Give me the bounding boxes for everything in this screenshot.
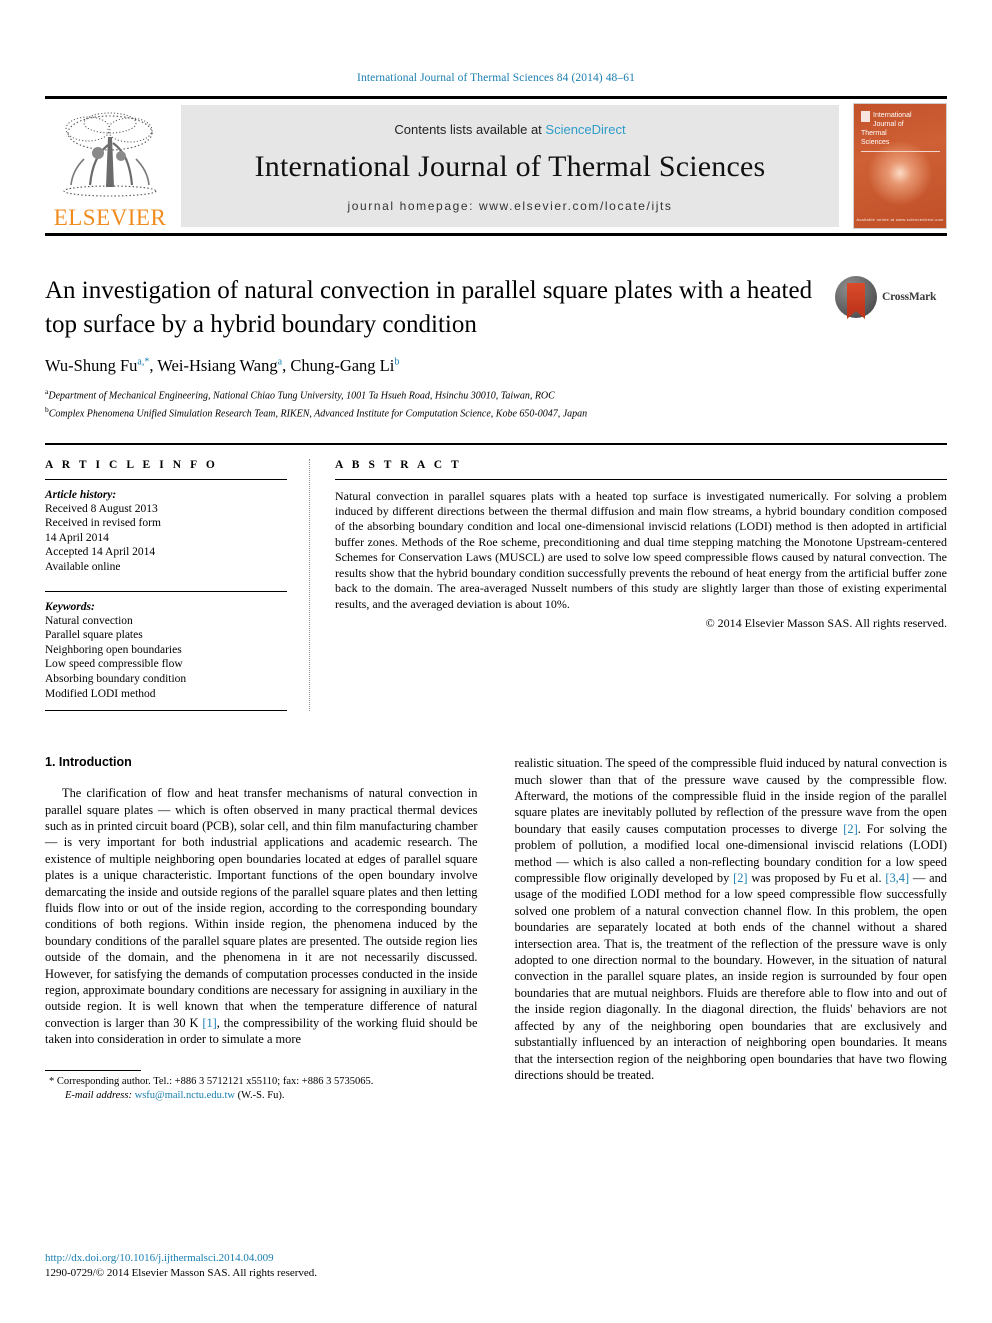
keywords-label: Keywords: <box>45 600 95 613</box>
journal-article-page: International Journal of Thermal Science… <box>0 0 992 1323</box>
cover-line-1: International <box>873 112 912 119</box>
section-heading-introduction: 1. Introduction <box>45 755 132 770</box>
history-line-0: Received 8 August 2013 <box>45 502 158 515</box>
cover-elsevier-mark-icon <box>861 111 870 122</box>
abstract-rule <box>335 478 947 480</box>
cover-line-2: Journal of <box>873 121 904 128</box>
page-title: An investigation of natural convection i… <box>45 277 813 338</box>
history-line-1: Received in revised form <box>45 517 161 530</box>
author-1-name: Wu-Shung Fu <box>45 356 138 375</box>
journal-cover: International Journal of Thermal Science… <box>847 99 947 233</box>
reference-3[interactable]: [2] <box>733 871 747 885</box>
author-1-marks[interactable]: a,* <box>137 357 149 368</box>
keyword-5: Modified LODI method <box>45 687 156 700</box>
author-3-name: Chung-Gang Li <box>290 356 395 375</box>
intro-paragraph-left: The clarification of flow and heat trans… <box>45 785 478 1048</box>
article-info-heading: A R T I C L E I N F O <box>45 458 218 471</box>
elsevier-wordmark: ELSEVIER <box>53 205 167 230</box>
author-3: Chung-Gang Lib <box>290 356 399 375</box>
intro-paragraph-right: realistic situation. The speed of the co… <box>515 755 948 1083</box>
history-line-3: Accepted 14 April 2014 <box>45 546 156 559</box>
affiliation-b: bComplex Phenomena Unified Simulation Re… <box>45 403 947 421</box>
email-link[interactable]: wsfu@mail.nctu.edu.tw <box>135 1090 235 1101</box>
issn-copyright-line: 1290-0729/© 2014 Elsevier Masson SAS. Al… <box>45 1266 318 1279</box>
history-line-4: Available online <box>45 561 121 574</box>
contents-prefix: Contents lists available at <box>394 121 546 137</box>
article-info-column: A R T I C L E I N F O Article history: R… <box>45 458 310 712</box>
author-2: Wei-Hsiang Wanga <box>157 356 282 375</box>
keywords-block: Keywords: Natural convection Parallel sq… <box>45 601 287 702</box>
crossmark-icon <box>835 276 877 319</box>
cover-footer-text: Available online at www.sciencedirect.co… <box>856 217 944 222</box>
journal-masthead: ELSEVIER Contents lists available at Sci… <box>45 96 947 236</box>
crossmark-label: CrossMark <box>882 291 937 303</box>
affiliation-a-text: Department of Mechanical Engineering, Na… <box>48 390 555 402</box>
author-3-marks[interactable]: b <box>394 357 399 368</box>
abstract-column: A B S T R A C T Natural convection in pa… <box>310 459 947 712</box>
elsevier-tree-icon <box>63 112 157 197</box>
abstract-copyright: © 2014 Elsevier Masson SAS. All rights r… <box>705 615 947 630</box>
reference-1[interactable]: [1] <box>202 1016 216 1030</box>
author-list: Wu-Shung Fua,*, Wei-Hsiang Wanga, Chung-… <box>45 356 400 375</box>
body-column-left: 1. Introduction The clarification of flo… <box>45 755 478 1103</box>
elsevier-logo: ELSEVIER <box>45 99 175 233</box>
keyword-2: Neighboring open boundaries <box>45 643 182 656</box>
article-history-label: Article history: <box>45 488 117 501</box>
page-footer: http://dx.doi.org/10.1016/j.ijthermalsci… <box>45 1251 317 1280</box>
cover-line-3: Thermal <box>861 130 887 137</box>
journal-homepage-link[interactable]: journal homepage: www.elsevier.com/locat… <box>347 199 672 213</box>
intro-left-part1: The clarification of flow and heat trans… <box>45 786 478 1030</box>
reference-4[interactable]: [3,4] <box>885 871 909 885</box>
email-line: E-mail address: wsfu@mail.nctu.edu.tw (W… <box>45 1089 478 1103</box>
journal-title: International Journal of Thermal Science… <box>254 149 766 183</box>
cover-title-block: International Journal of Thermal Science… <box>854 104 946 147</box>
body-columns: 1. Introduction The clarification of flo… <box>45 755 947 1103</box>
article-info-rule-mid <box>45 590 287 592</box>
info-abstract-section: A R T I C L E I N F O Article history: R… <box>45 442 947 712</box>
affiliation-a: aDepartment of Mechanical Engineering, N… <box>45 385 947 403</box>
running-head: International Journal of Thermal Science… <box>357 72 635 84</box>
abstract-heading: A B S T R A C T <box>335 458 462 471</box>
affiliation-list: aDepartment of Mechanical Engineering, N… <box>45 385 947 421</box>
article-info-rule-top <box>45 478 287 480</box>
article-info-rule-bottom <box>45 710 287 712</box>
body-column-right: realistic situation. The speed of the co… <box>515 755 948 1103</box>
keyword-1: Parallel square plates <box>45 629 143 642</box>
cover-line-4: Sciences <box>861 139 890 146</box>
author-1: Wu-Shung Fua,* <box>45 356 149 375</box>
contents-available-line: Contents lists available at ScienceDirec… <box>394 122 625 137</box>
title-area: An investigation of natural convection i… <box>45 274 947 342</box>
corresponding-author-line: * Corresponding author. Tel.: +886 3 571… <box>49 1075 374 1087</box>
affiliation-b-text: Complex Phenomena Unified Simulation Res… <box>48 408 588 420</box>
keyword-0: Natural convection <box>45 614 133 627</box>
email-label: E-mail address: <box>65 1089 132 1101</box>
author-2-name: Wei-Hsiang Wang <box>157 356 278 375</box>
email-suffix: (W.-S. Fu). <box>237 1089 285 1101</box>
reference-2[interactable]: [2] <box>843 822 857 836</box>
intro-right-part3: was proposed by Fu et al. <box>747 871 886 886</box>
journal-cover-image: International Journal of Thermal Science… <box>853 103 947 229</box>
corresponding-author-footnote: * Corresponding author. Tel.: +886 3 571… <box>45 1069 478 1103</box>
masthead-center: Contents lists available at ScienceDirec… <box>181 105 839 227</box>
abstract-text: Natural convection in parallel squares p… <box>335 488 947 611</box>
intro-right-part4: — and usage of the modified LODI method … <box>514 871 948 1082</box>
doi-link[interactable]: http://dx.doi.org/10.1016/j.ijthermalsci… <box>45 1251 317 1266</box>
cover-burst-graphic <box>863 136 937 211</box>
sciencedirect-link[interactable]: ScienceDirect <box>545 122 625 137</box>
author-2-marks[interactable]: a <box>278 357 282 368</box>
title-text-wrap: An investigation of natural convection i… <box>45 274 835 342</box>
crossmark-badge[interactable]: CrossMark <box>835 274 947 319</box>
keyword-4: Absorbing boundary condition <box>45 673 187 685</box>
keyword-3: Low speed compressible flow <box>45 658 183 671</box>
history-line-2: 14 April 2014 <box>45 531 109 544</box>
